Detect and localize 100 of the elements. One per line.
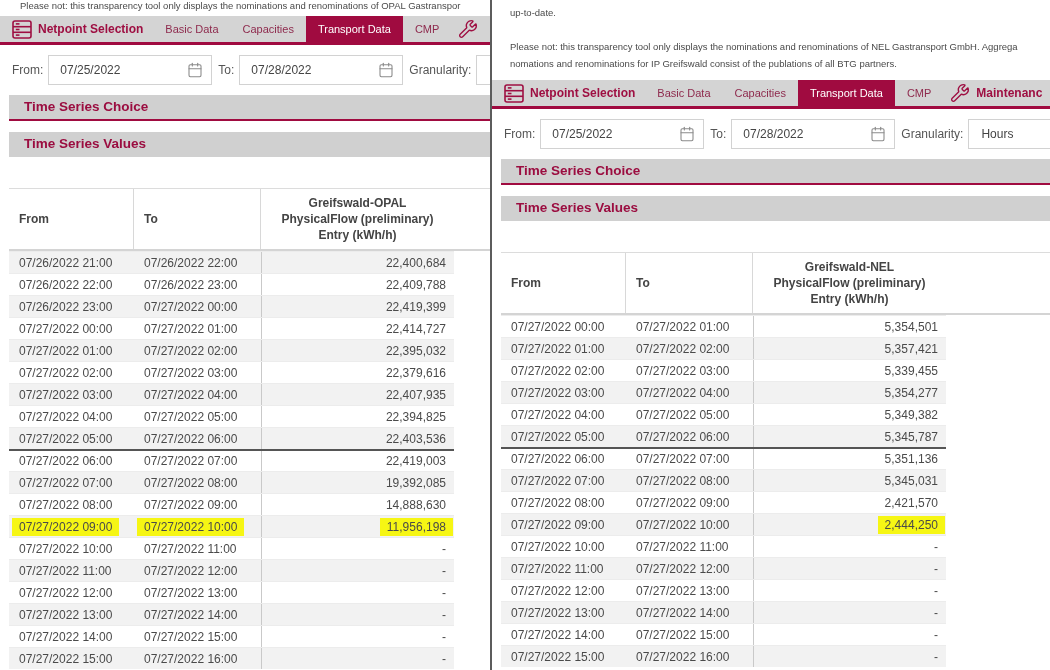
table-cell-text: 07/27/2022 15:00 xyxy=(143,628,239,646)
table-cell-text: 07/27/2022 01:00 xyxy=(143,320,239,338)
tab[interactable]: Transport Data xyxy=(797,80,895,106)
date-field[interactable]: 07/25/2022 xyxy=(540,119,705,149)
table-cell-text: 07/27/2022 07:00 xyxy=(635,451,731,468)
table-cell-text: 07/27/2022 05:00 xyxy=(18,430,114,448)
tab[interactable]: Capacities xyxy=(722,80,798,106)
wrench-icon xyxy=(950,83,971,103)
to-label: To: xyxy=(710,126,727,143)
granularity-select[interactable]: Hours xyxy=(968,119,1050,149)
section-title: Time Series Choice xyxy=(24,97,149,116)
table-cell-text: 22,414,727 xyxy=(384,320,447,338)
table-cell-text: 07/27/2022 06:00 xyxy=(510,451,606,468)
notice-text: Please not: this transparency tool only displays the nominations and renominations of NEL Gastransport GmbH. Aggrega nomations and renominations for IP Greifswald consist of the publations of all BTG partners. xyxy=(510,40,1018,71)
table-cell-text: 07/27/2022 12:00 xyxy=(635,560,731,578)
table-cell-text: 07/27/2022 06:00 xyxy=(18,453,114,470)
table-cell-text: 07/27/2022 03:00 xyxy=(635,362,731,380)
table-cell-text: - xyxy=(933,538,939,556)
tab[interactable]: Transport Data xyxy=(305,16,403,42)
to-label: To: xyxy=(218,62,235,79)
table-cell-text: - xyxy=(933,560,939,578)
table-cell-text: 07/27/2022 14:00 xyxy=(18,628,114,646)
table-cell-text: 07/27/2022 04:00 xyxy=(635,384,731,402)
table-cell-text: 07/27/2022 10:00 xyxy=(635,516,731,534)
table-cell-text: 07/27/2022 15:00 xyxy=(635,626,731,644)
table-cell-text: 07/27/2022 13:00 xyxy=(143,584,239,602)
tab[interactable]: CMP xyxy=(402,16,452,42)
column-header: From xyxy=(511,275,541,291)
column-header: Greifswald-OPAL PhysicalFlow (preliminary) Entry (kWh/h) xyxy=(281,195,434,243)
table-cell-text: 07/26/2022 22:00 xyxy=(143,254,239,272)
table-cell-text: 07/26/2022 22:00 xyxy=(18,276,114,294)
section-title: Time Series Values xyxy=(24,135,147,154)
table-cell-text: 07/27/2022 07:00 xyxy=(18,474,114,492)
table-cell-text: 07/27/2022 14:00 xyxy=(635,604,731,622)
table-cell-text: 07/27/2022 13:00 xyxy=(635,582,731,600)
table-cell-text: 07/26/2022 23:00 xyxy=(18,298,114,316)
table-cell-text: 07/27/2022 03:00 xyxy=(143,364,239,382)
table-cell-text: 19,392,085 xyxy=(384,474,447,492)
table-cell-text: 07/27/2022 16:00 xyxy=(635,648,731,666)
table-cell-text: - xyxy=(441,562,447,580)
table-cell-text: 07/27/2022 08:00 xyxy=(510,494,606,512)
table-cell-text: 07/27/2022 04:00 xyxy=(18,408,114,426)
table-cell-text: 07/27/2022 08:00 xyxy=(18,496,114,514)
wrench-icon xyxy=(458,19,479,39)
date-field[interactable]: 07/28/2022 xyxy=(239,55,404,85)
table-cell-text: 07/27/2022 05:00 xyxy=(143,408,239,426)
calendar-icon xyxy=(187,62,204,78)
table-cell-text: 22,394,825 xyxy=(384,408,447,426)
server-icon xyxy=(504,83,524,103)
notice-text: Please not: this transparency tool only displays the nominations and renominations of OPAL Gastranspor xyxy=(20,0,461,12)
tab[interactable]: Basic Data xyxy=(645,80,723,106)
table-cell-text: 22,419,003 xyxy=(384,453,447,470)
table-cell-text: 07/27/2022 05:00 xyxy=(635,406,731,424)
table-cell-text: 22,395,032 xyxy=(384,342,447,360)
table-cell-text: 5,357,421 xyxy=(883,340,939,358)
table-cell-text: - xyxy=(441,628,447,646)
column-header: From xyxy=(19,211,49,227)
table-cell-text: - xyxy=(933,626,939,644)
table-cell-text: 07/27/2022 12:00 xyxy=(18,584,114,602)
tab[interactable]: Netpoint Selection xyxy=(492,80,646,106)
table-cell-text: 07/27/2022 01:00 xyxy=(510,340,606,358)
date-field[interactable]: 07/25/2022 xyxy=(48,55,213,85)
tab[interactable]: Basic Data xyxy=(153,16,231,42)
table-cell: 2,444,250 xyxy=(877,515,945,534)
notice-text: up-to-date. xyxy=(510,6,556,20)
table-cell: 07/27/2022 09:00 xyxy=(12,517,120,536)
table-cell-text: 07/27/2022 09:00 xyxy=(143,496,239,514)
table-cell-text: 22,409,788 xyxy=(384,276,447,294)
table-cell-text: 07/27/2022 12:00 xyxy=(143,562,239,580)
column-header: To xyxy=(636,275,650,291)
table-cell-text: - xyxy=(933,604,939,622)
tab[interactable]: CMP xyxy=(894,80,944,106)
table-cell-text: 07/27/2022 14:00 xyxy=(510,626,606,644)
calendar-icon xyxy=(378,62,395,78)
table-cell-text: 07/27/2022 14:00 xyxy=(143,606,239,624)
table-cell-text: 14,888,630 xyxy=(384,496,447,514)
table-cell-text: 07/26/2022 21:00 xyxy=(18,254,114,272)
table-cell-text: 07/27/2022 05:00 xyxy=(510,428,606,446)
table-cell-text: - xyxy=(933,648,939,666)
table-cell-text: 07/27/2022 10:00 xyxy=(510,538,606,556)
table-cell-text: - xyxy=(441,540,447,558)
table-cell-text: 07/27/2022 01:00 xyxy=(635,318,731,336)
table-cell-text: 07/27/2022 02:00 xyxy=(510,362,606,380)
table-cell-text: 07/27/2022 04:00 xyxy=(510,406,606,424)
tab[interactable]: Maintenanc xyxy=(943,80,1045,106)
table-cell: 11,956,198 xyxy=(379,517,453,536)
from-label: From: xyxy=(12,62,44,79)
table-cell-text: - xyxy=(441,584,447,602)
table-cell-text: 5,345,787 xyxy=(883,428,939,446)
table-cell-text: 22,419,399 xyxy=(384,298,447,316)
column-header: To xyxy=(144,211,158,227)
tab[interactable]: Netpoint Selection xyxy=(0,16,154,42)
table-cell-text: 5,354,501 xyxy=(883,318,939,336)
table-cell-text: 5,351,136 xyxy=(883,451,939,468)
table-cell-text: 07/27/2022 08:00 xyxy=(143,474,239,492)
date-field[interactable]: 07/28/2022 xyxy=(731,119,896,149)
tab[interactable]: Capacities xyxy=(230,16,306,42)
table-cell-text: - xyxy=(441,650,447,668)
table-cell-text: 07/27/2022 06:00 xyxy=(143,430,239,448)
table-cell-text: 07/27/2022 10:00 xyxy=(18,540,114,558)
